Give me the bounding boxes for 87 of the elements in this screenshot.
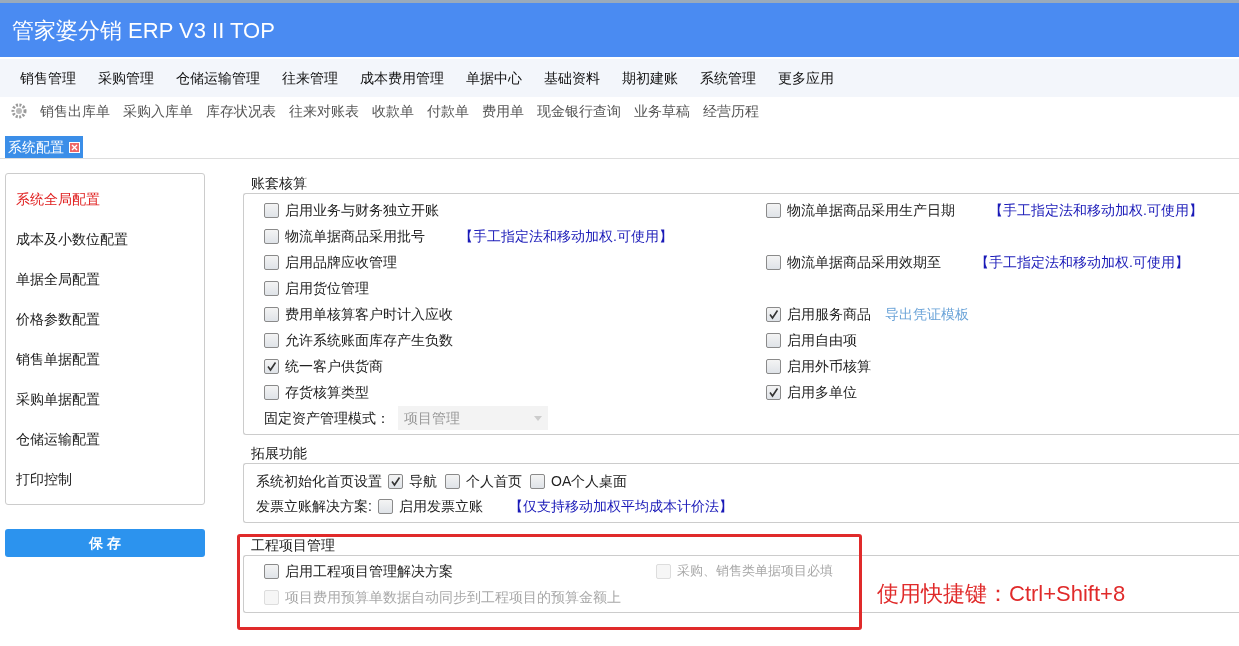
checkbox-label: 启用服务商品: [787, 304, 871, 324]
checkbox-label: 启用发票立账: [398, 496, 483, 516]
checkbox-label: 启用自由项: [787, 330, 857, 350]
note-text: 【手工指定法和移动加权.可使用】: [989, 200, 1203, 220]
menu-item[interactable]: 采购管理: [98, 67, 154, 89]
menu-item[interactable]: 系统管理: [700, 67, 756, 89]
checkbox[interactable]: [766, 254, 781, 270]
checkbox[interactable]: [377, 498, 393, 514]
checkmark-icon: [266, 360, 277, 372]
toolbar-link[interactable]: 销售出库单: [40, 100, 110, 122]
checkbox-label: 个人首页: [466, 471, 522, 491]
checkbox-label: OA个人桌面: [551, 471, 628, 491]
checkbox[interactable]: [264, 384, 279, 400]
checkbox[interactable]: [264, 228, 279, 244]
checkbox-label: 项目费用预算单数据自动同步到工程项目的预算金额上: [285, 587, 621, 607]
note-text: 【手工指定法和移动加权.可使用】: [459, 226, 673, 246]
dropdown-arrow-icon: [534, 415, 542, 421]
checkbox[interactable]: [388, 473, 403, 489]
toolbar-link[interactable]: 收款单: [372, 100, 414, 122]
toolbar-link[interactable]: 采购入库单: [123, 100, 193, 122]
checkbox[interactable]: [766, 384, 781, 400]
note-text: 【手工指定法和移动加权.可使用】: [975, 252, 1189, 272]
section-title: 工程项目管理: [250, 536, 336, 555]
gear-icon[interactable]: [11, 103, 27, 119]
checkbox[interactable]: [264, 254, 279, 270]
checkbox-label: 启用品牌应收管理: [285, 252, 397, 272]
menu-item[interactable]: 单据中心: [466, 67, 522, 89]
checkbox-label: 存货核算类型: [285, 382, 369, 402]
checkbox[interactable]: [264, 332, 279, 348]
menu-item[interactable]: 成本费用管理: [360, 67, 444, 89]
sidebar-item[interactable]: 打印控制: [6, 459, 204, 499]
checkbox[interactable]: [264, 280, 279, 296]
checkbox[interactable]: [766, 306, 781, 322]
field-label: 系统初始化首页设置: [256, 471, 382, 491]
checkmark-icon: [768, 386, 779, 398]
note-text: 【仅支持移动加权平均成本计价法】: [508, 496, 733, 516]
menu-item[interactable]: 销售管理: [20, 67, 76, 89]
checkbox[interactable]: [264, 563, 279, 579]
annotation-text: 使用快捷键：Ctrl+Shift+8: [877, 580, 1126, 608]
menu-item[interactable]: 仓储运输管理: [176, 67, 260, 89]
sidebar-item[interactable]: 成本及小数位配置: [6, 219, 204, 259]
checkbox[interactable]: [766, 358, 781, 374]
toolbar-link[interactable]: 往来对账表: [289, 100, 359, 122]
checkbox-label: 统一客户供货商: [285, 356, 383, 376]
checkmark-icon: [768, 308, 779, 320]
section-title: 账套核算: [250, 174, 308, 193]
checkbox[interactable]: [766, 202, 781, 218]
checkbox-label: 导航: [409, 471, 437, 491]
checkbox[interactable]: [766, 332, 781, 348]
close-icon[interactable]: [69, 141, 80, 153]
menu-item[interactable]: 基础资料: [544, 67, 600, 89]
menu-item[interactable]: 期初建账: [622, 67, 678, 89]
checkbox-label: 采购、销售类单据项目必填: [677, 562, 833, 581]
checkbox-label: 允许系统账面库存产生负数: [285, 330, 453, 350]
toolbar-link[interactable]: 付款单: [427, 100, 469, 122]
checkbox-label: 启用货位管理: [285, 278, 369, 298]
checkbox[interactable]: [264, 202, 279, 218]
sidebar-item[interactable]: 系统全局配置: [6, 179, 204, 219]
toolbar-link[interactable]: 现金银行查询: [537, 100, 621, 122]
sidebar-item[interactable]: 销售单据配置: [6, 339, 204, 379]
toolbar-link[interactable]: 费用单: [482, 100, 524, 122]
checkmark-icon: [390, 475, 401, 487]
checkbox[interactable]: [264, 306, 279, 322]
sidebar-item[interactable]: 单据全局配置: [6, 259, 204, 299]
checkbox-label: 启用业务与财务独立开账: [285, 200, 439, 220]
menu-item[interactable]: 更多应用: [778, 67, 834, 89]
checkbox-label: 物流单据商品采用生产日期: [787, 200, 955, 220]
checkbox[interactable]: [264, 358, 279, 374]
checkbox-label: 物流单据商品采用效期至: [787, 252, 941, 272]
field-label: 发票立账解决方案:: [256, 496, 372, 516]
checkbox[interactable]: [530, 473, 545, 489]
field-label: 固定资产管理模式：: [264, 408, 390, 428]
toolbar-link[interactable]: 库存状况表: [206, 100, 276, 122]
checkbox-label: 启用多单位: [787, 382, 857, 402]
checkbox-label: 物流单据商品采用批号: [285, 226, 425, 246]
sidebar-item[interactable]: 仓储运输配置: [6, 419, 204, 459]
menu-item[interactable]: 往来管理: [282, 67, 338, 89]
app-title: 管家婆分销 ERP V3 II TOP: [12, 16, 275, 45]
checkbox-label: 启用工程项目管理解决方案: [285, 561, 453, 581]
checkbox-label: 启用外币核算: [787, 356, 871, 376]
checkbox-label: 费用单核算客户时计入应收: [285, 304, 453, 324]
sidebar-item[interactable]: 采购单据配置: [6, 379, 204, 419]
toolbar-link[interactable]: 经营历程: [703, 100, 759, 122]
toolbar-link[interactable]: 业务草稿: [634, 100, 690, 122]
sidebar-item[interactable]: 价格参数配置: [6, 299, 204, 339]
checkbox[interactable]: [445, 473, 460, 489]
section-title: 拓展功能: [250, 444, 308, 463]
